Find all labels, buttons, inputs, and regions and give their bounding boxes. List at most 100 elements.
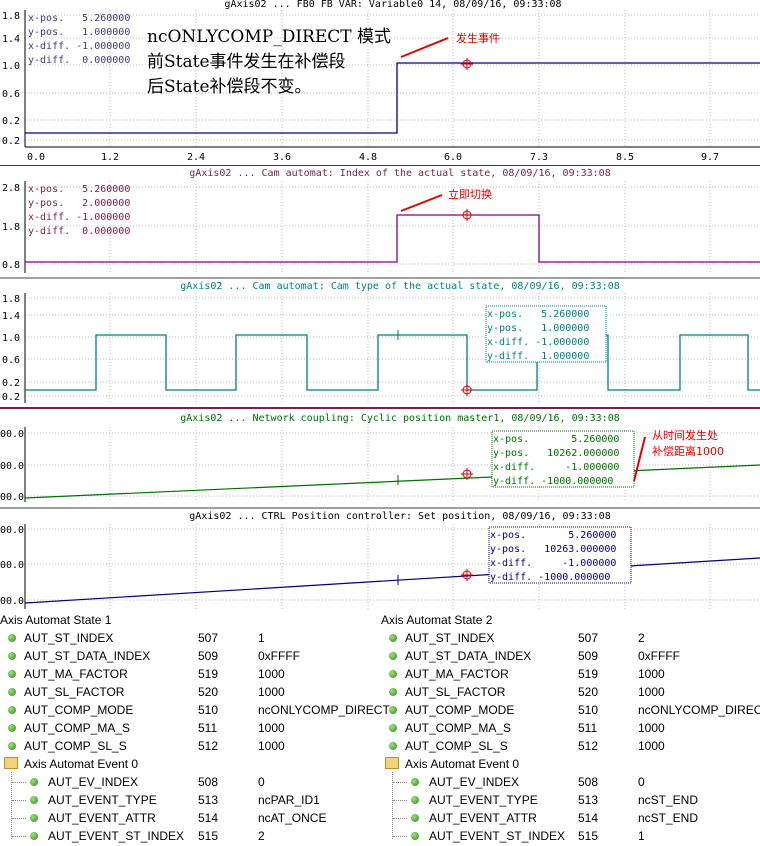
param-icon — [411, 796, 419, 804]
param-icon — [8, 670, 16, 678]
cursor-text: y-pos. 10262.000000 — [493, 448, 619, 459]
param-row[interactable]: AUT_MA_FACTOR 519 1000 — [0, 665, 380, 683]
y-tick: 1.4 — [2, 34, 20, 45]
x-tick: 0.0 — [27, 152, 45, 163]
cursor-text: y-diff. 0.000000 — [28, 55, 130, 66]
folder-icon — [4, 757, 18, 769]
chart-network-coupling: gAxis02 ... Network coupling: Cyclic pos… — [0, 407, 760, 507]
chart-variable0: gAxis02 ... FB0 FB VAR: Variable0 14, 08… — [0, 0, 760, 165]
svg-text:后State补偿段不变。: 后State补偿段不变。 — [147, 77, 312, 97]
param-row[interactable]: AUT_EVENT_TYPE 513 ncPAR_ID1 — [0, 791, 380, 809]
param-row[interactable]: AUT_EVENT_ATTR 514 ncST_END — [381, 809, 760, 827]
chart-title: gAxis02 ... FB0 FB VAR: Variable0 14, 08… — [224, 0, 561, 10]
param-row[interactable]: AUT_COMP_SL_S 512 1000 — [381, 737, 760, 755]
chart-state-index-svg: gAxis02 ... Cam automat: Index of the ac… — [0, 165, 760, 273]
param-icon — [30, 778, 38, 786]
param-icon — [30, 814, 38, 822]
param-row[interactable]: AUT_EVENT_ATTR 514 ncAT_ONCE — [0, 809, 380, 827]
y-tick: -0.2 — [0, 392, 20, 403]
y-tick: 0.8 — [2, 260, 20, 271]
chart-set-position-svg: gAxis02 ... CTRL Position controller: Se… — [0, 507, 760, 609]
param-row[interactable]: AUT_SL_FACTOR 520 1000 — [381, 683, 760, 701]
chart-title: gAxis02 ... Network coupling: Cyclic pos… — [180, 413, 620, 424]
param-row[interactable]: AUT_ST_INDEX 507 2 — [381, 629, 760, 647]
x-tick: 2.4 — [187, 152, 205, 163]
param-row[interactable]: AUT_EV_INDEX 508 0 — [381, 773, 760, 791]
param-icon — [411, 814, 419, 822]
cursor-marker[interactable] — [461, 384, 473, 396]
x-tick: 7.3 — [530, 152, 548, 163]
cursor-text: y-diff. -1000.000000 — [490, 572, 610, 583]
cursor-text: y-diff. 1.000000 — [487, 351, 589, 362]
x-tick: 4.8 — [359, 152, 377, 163]
chart-title: gAxis02 ... Cam automat: Cam type of the… — [180, 281, 620, 292]
param-icon — [389, 634, 397, 642]
param-row[interactable]: AUT_MA_FACTOR 519 1000 — [381, 665, 760, 683]
param-icon — [389, 688, 397, 696]
series-line — [24, 464, 760, 499]
param-icon — [8, 706, 16, 714]
chart-set-position: gAxis02 ... CTRL Position controller: Se… — [0, 507, 760, 612]
compensation-label: 补偿距离1000 — [652, 444, 724, 458]
y-tick: 1.0 — [2, 61, 20, 72]
event-group[interactable]: Axis Automat Event 0 — [381, 755, 760, 773]
cursor-text: x-diff. -1.000000 — [490, 558, 616, 569]
cursor-text: x-pos. 5.260000 — [490, 530, 616, 541]
y-tick: 00.0 — [0, 560, 24, 571]
param-row[interactable]: AUT_ST_DATA_INDEX 509 0xFFFF — [381, 647, 760, 665]
param-row[interactable]: AUT_ST_DATA_INDEX 509 0xFFFF — [0, 647, 380, 665]
param-row[interactable]: AUT_EVENT_ST_INDEX 515 2 — [0, 827, 380, 845]
param-row[interactable]: AUT_EVENT_TYPE 513 ncST_END — [381, 791, 760, 809]
chart-title: gAxis02 ... Cam automat: Index of the ac… — [189, 168, 610, 179]
parameter-tables: Axis Automat State 1 AUT_ST_INDEX 507 1 AU… — [0, 612, 760, 846]
param-row[interactable]: AUT_COMP_MODE 510 ncONLYCOMP_DIRECT — [0, 701, 390, 719]
y-tick: 1.8 — [2, 222, 20, 233]
chart-title: gAxis02 ... CTRL Position controller: Se… — [189, 511, 610, 522]
cursor-text: x-diff. -1.000000 — [28, 212, 130, 223]
compensation-label: 从时间发生处 — [652, 428, 718, 442]
x-tick: 6.0 — [444, 152, 462, 163]
cursor-text: y-pos. 2.000000 — [28, 198, 130, 209]
event-label: 发生事件 — [456, 31, 500, 45]
state-header[interactable]: Axis Automat State 1 — [0, 612, 111, 629]
param-row[interactable]: AUT_COMP_MODE 510 ncONLYCOMP_DIRECT — [381, 701, 760, 719]
param-row[interactable]: AUT_COMP_MA_S 511 1000 — [0, 719, 380, 737]
chart-state-index: gAxis02 ... Cam automat: Index of the ac… — [0, 165, 760, 277]
event-group[interactable]: Axis Automat Event 0 — [0, 755, 380, 773]
cursor-marker[interactable] — [461, 569, 473, 581]
param-row[interactable]: AUT_COMP_MA_S 511 1000 — [381, 719, 760, 737]
cursor-text: x-diff. -1.000000 — [28, 41, 130, 52]
x-tick: 9.7 — [701, 152, 719, 163]
cursor-text: y-pos. 10263.000000 — [490, 544, 616, 555]
cursor-text: x-pos. 5.260000 — [493, 434, 619, 445]
param-row[interactable]: AUT_EV_INDEX 508 0 — [0, 773, 380, 791]
param-row[interactable]: AUT_ST_INDEX 507 1 — [0, 629, 380, 647]
param-row[interactable]: AUT_COMP_SL_S 512 1000 — [0, 737, 380, 755]
param-icon — [389, 724, 397, 732]
y-tick: 0.6 — [2, 355, 20, 366]
x-tick: 1.2 — [101, 152, 119, 163]
state-panel-2: Axis Automat State 2 AUT_ST_INDEX 507 2 AU… — [381, 612, 760, 846]
cursor-text: x-pos. 5.260000 — [28, 184, 130, 195]
y-tick: 2.8 — [2, 183, 20, 194]
compensation-arrow — [633, 436, 646, 482]
param-row[interactable]: AUT_SL_FACTOR 520 1000 — [0, 683, 380, 701]
param-icon — [8, 652, 16, 660]
param-icon — [30, 832, 38, 840]
y-tick: 00.0 — [0, 492, 24, 503]
switch-arrow — [400, 194, 443, 212]
y-tick: 00.0 — [0, 525, 24, 536]
param-row[interactable]: AUT_EVENT_ST_INDEX 515 1 — [381, 827, 760, 845]
param-icon — [389, 742, 397, 750]
chart-cam-type-svg: gAxis02 ... Cam automat: Cam type of the… — [0, 277, 760, 403]
y-tick: 1.0 — [2, 333, 20, 344]
cursor-marker[interactable] — [461, 209, 473, 221]
x-tick: 8.5 — [616, 152, 634, 163]
y-tick: 00.0 — [0, 596, 24, 607]
state-header[interactable]: Axis Automat State 2 — [381, 612, 492, 629]
y-tick: 00.0 — [0, 461, 24, 472]
y-tick: 0.2 — [2, 378, 20, 389]
chart-network-coupling-svg: gAxis02 ... Network coupling: Cyclic pos… — [0, 407, 760, 503]
y-tick: 1.8 — [2, 294, 20, 305]
cursor-text: x-diff. -1.000000 — [493, 462, 619, 473]
